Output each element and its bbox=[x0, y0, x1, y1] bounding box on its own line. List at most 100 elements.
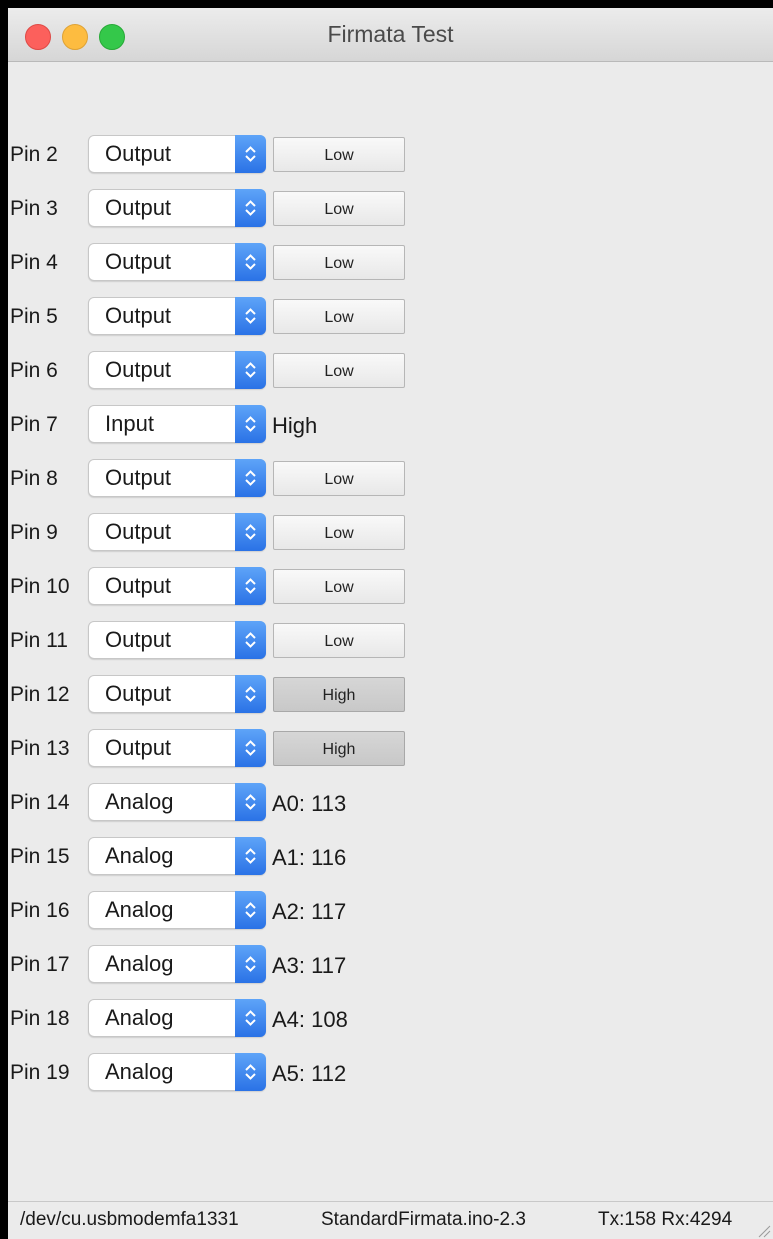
pin-reading: High bbox=[272, 413, 318, 438]
pin-value-toggle-button[interactable]: High bbox=[273, 677, 405, 712]
pin-reading: A2: 117 bbox=[272, 899, 347, 924]
pin-value-toggle-button[interactable]: Low bbox=[273, 461, 405, 496]
pin-row: Pin 8 Output Low bbox=[8, 459, 773, 499]
pin-mode-select[interactable]: Output bbox=[88, 459, 266, 497]
pin-mode-select[interactable]: Analog bbox=[88, 837, 266, 875]
pin-row: Pin 10 Output Low bbox=[8, 567, 773, 607]
status-port: /dev/cu.usbmodemfa1331 bbox=[20, 1209, 239, 1230]
pin-mode-select[interactable]: Input bbox=[88, 405, 266, 443]
pin-row: Pin 14 Analog A0: 113 bbox=[8, 783, 773, 823]
pin-mode-value: Output bbox=[105, 681, 172, 706]
pin-mode-value: Analog bbox=[105, 789, 174, 814]
pin-mode-value: Output bbox=[105, 249, 172, 274]
pin-row: Pin 3 Output Low bbox=[8, 189, 773, 229]
pin-label: Pin 6 bbox=[10, 359, 58, 382]
pin-row: Pin 18 Analog A4: 108 bbox=[8, 999, 773, 1039]
pin-label: Pin 8 bbox=[10, 467, 58, 490]
up-down-chevron-icon[interactable] bbox=[235, 189, 266, 227]
up-down-chevron-icon[interactable] bbox=[235, 945, 266, 983]
pin-mode-select[interactable]: Output bbox=[88, 621, 266, 659]
pin-row: Pin 17 Analog A3: 117 bbox=[8, 945, 773, 985]
app-window: Firmata Test Pin 2 Output Low Pin 3 Output Lo… bbox=[8, 8, 773, 1239]
pin-mode-select[interactable]: Output bbox=[88, 297, 266, 335]
pin-mode-select[interactable]: Analog bbox=[88, 1053, 266, 1091]
pin-value-toggle-button[interactable]: Low bbox=[273, 569, 405, 604]
pin-value-toggle-button[interactable]: Low bbox=[273, 191, 405, 226]
pin-row: Pin 15 Analog A1: 116 bbox=[8, 837, 773, 877]
pin-mode-select[interactable]: Output bbox=[88, 513, 266, 551]
pin-mode-value: Output bbox=[105, 573, 172, 598]
up-down-chevron-icon[interactable] bbox=[235, 513, 266, 551]
pin-value-toggle-button[interactable]: Low bbox=[273, 623, 405, 658]
up-down-chevron-icon[interactable] bbox=[235, 891, 266, 929]
up-down-chevron-icon[interactable] bbox=[235, 999, 266, 1037]
up-down-chevron-icon[interactable] bbox=[235, 1053, 266, 1091]
pin-reading: A5: 112 bbox=[272, 1061, 347, 1086]
pin-value-toggle-button[interactable]: Low bbox=[273, 137, 405, 172]
pin-row: Pin 16 Analog A2: 117 bbox=[8, 891, 773, 931]
pin-mode-select[interactable]: Output bbox=[88, 675, 266, 713]
up-down-chevron-icon[interactable] bbox=[235, 243, 266, 281]
pin-row: Pin 9 Output Low bbox=[8, 513, 773, 553]
up-down-chevron-icon[interactable] bbox=[235, 675, 266, 713]
pin-reading: A4: 108 bbox=[272, 1007, 348, 1032]
pin-mode-value: Output bbox=[105, 195, 172, 220]
pin-value-toggle-button[interactable]: High bbox=[273, 731, 405, 766]
pin-mode-select[interactable]: Analog bbox=[88, 783, 266, 821]
pin-mode-select[interactable]: Output bbox=[88, 243, 266, 281]
pin-row: Pin 5 Output Low bbox=[8, 297, 773, 337]
pin-mode-value: Output bbox=[105, 735, 172, 760]
pin-row: Pin 11 Output Low bbox=[8, 621, 773, 661]
pin-mode-select[interactable]: Output bbox=[88, 567, 266, 605]
up-down-chevron-icon[interactable] bbox=[235, 405, 266, 443]
pin-label: Pin 12 bbox=[10, 683, 70, 706]
pin-mode-select[interactable]: Output bbox=[88, 189, 266, 227]
pin-row: Pin 4 Output Low bbox=[8, 243, 773, 283]
resize-grip-icon[interactable] bbox=[757, 1224, 771, 1238]
pin-label: Pin 15 bbox=[10, 845, 70, 868]
pin-mode-value: Analog bbox=[105, 843, 174, 868]
up-down-chevron-icon[interactable] bbox=[235, 567, 266, 605]
pin-label: Pin 5 bbox=[10, 305, 58, 328]
pin-value-toggle-button[interactable]: Low bbox=[273, 353, 405, 388]
pin-mode-select[interactable]: Output bbox=[88, 729, 266, 767]
up-down-chevron-icon[interactable] bbox=[235, 351, 266, 389]
up-down-chevron-icon[interactable] bbox=[235, 621, 266, 659]
pin-mode-value: Analog bbox=[105, 1059, 174, 1084]
up-down-chevron-icon[interactable] bbox=[235, 837, 266, 875]
status-bar: /dev/cu.usbmodemfa1331 StandardFirmata.i… bbox=[8, 1201, 773, 1239]
pin-label: Pin 11 bbox=[10, 629, 68, 652]
up-down-chevron-icon[interactable] bbox=[235, 135, 266, 173]
pin-label: Pin 17 bbox=[10, 953, 70, 976]
pin-mode-value: Output bbox=[105, 357, 172, 382]
pin-value-toggle-button[interactable]: Low bbox=[273, 515, 405, 550]
pin-row: Pin 12 Output High bbox=[8, 675, 773, 715]
up-down-chevron-icon[interactable] bbox=[235, 297, 266, 335]
pin-reading: A3: 117 bbox=[272, 953, 347, 978]
pin-label: Pin 10 bbox=[10, 575, 70, 598]
pin-value-toggle-button[interactable]: Low bbox=[273, 245, 405, 280]
up-down-chevron-icon[interactable] bbox=[235, 783, 266, 821]
pin-mode-value: Output bbox=[105, 303, 172, 328]
pin-mode-select[interactable]: Output bbox=[88, 351, 266, 389]
status-firmware: StandardFirmata.ino-2.3 bbox=[321, 1209, 526, 1230]
pin-label: Pin 2 bbox=[10, 143, 58, 166]
pin-mode-value: Output bbox=[105, 141, 172, 166]
pin-mode-select[interactable]: Analog bbox=[88, 891, 266, 929]
pin-row: Pin 6 Output Low bbox=[8, 351, 773, 391]
up-down-chevron-icon[interactable] bbox=[235, 459, 266, 497]
pin-mode-select[interactable]: Output bbox=[88, 135, 266, 173]
pin-row: Pin 2 Output Low bbox=[8, 135, 773, 175]
pin-reading: A0: 113 bbox=[272, 791, 347, 816]
pin-label: Pin 13 bbox=[10, 737, 70, 760]
pin-label: Pin 4 bbox=[10, 251, 58, 274]
pin-mode-select[interactable]: Analog bbox=[88, 945, 266, 983]
title-bar[interactable]: Firmata Test bbox=[8, 8, 773, 62]
pin-mode-select[interactable]: Analog bbox=[88, 999, 266, 1037]
pin-label: Pin 3 bbox=[10, 197, 58, 220]
pin-label: Pin 16 bbox=[10, 899, 70, 922]
pin-mode-value: Analog bbox=[105, 897, 174, 922]
pin-label: Pin 18 bbox=[10, 1007, 70, 1030]
pin-value-toggle-button[interactable]: Low bbox=[273, 299, 405, 334]
up-down-chevron-icon[interactable] bbox=[235, 729, 266, 767]
